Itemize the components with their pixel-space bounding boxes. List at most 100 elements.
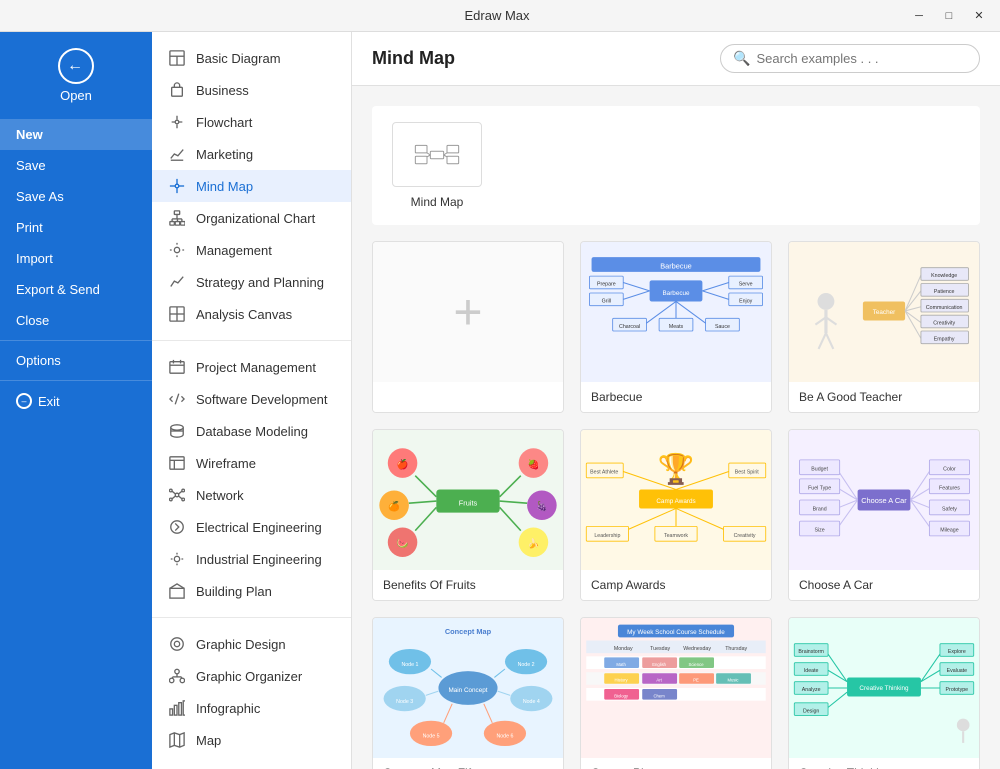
minimize-button[interactable]: ─ (906, 6, 932, 26)
cat-mind-map[interactable]: Mind Map (152, 170, 351, 202)
sidebar-categories: Basic Diagram Business Flowchart Marketi… (152, 32, 352, 769)
sidebar-blue-close[interactable]: Close (0, 305, 152, 336)
creative-thinking-label: Creative Thinking (789, 758, 979, 769)
concept-map-card[interactable]: Concept Map Main Concept Node 1 Node 2 (372, 617, 564, 769)
svg-text:Best Spirit: Best Spirit (735, 470, 760, 476)
svg-text:Design: Design (803, 708, 819, 714)
management-icon (168, 241, 186, 259)
barbecue-card[interactable]: Barbecue Barbecue Prepare Grill (580, 241, 772, 413)
svg-text:Communication: Communication (926, 305, 963, 311)
cat-marketing[interactable]: Marketing (152, 138, 351, 170)
new-template-card[interactable]: + (372, 241, 564, 413)
svg-text:Node 1: Node 1 (401, 662, 418, 668)
top-templates-section: Mind Map (372, 106, 980, 225)
mind-map-blank-card[interactable]: Mind Map (392, 122, 482, 209)
svg-text:Science: Science (689, 662, 705, 667)
svg-text:🏆: 🏆 (658, 452, 695, 486)
svg-text:🍉: 🍉 (397, 538, 409, 549)
flowchart-icon (168, 113, 186, 131)
cat-building[interactable]: Building Plan (152, 575, 351, 607)
course-plan-card[interactable]: My Week School Course Schedule Monday Tu… (580, 617, 772, 769)
svg-text:Prepare: Prepare (597, 282, 616, 288)
svg-text:Monday: Monday (614, 646, 633, 652)
choose-car-thumb: Choose A Car Budget Fuel Type Brand (789, 430, 979, 570)
sidebar-blue-print[interactable]: Print (0, 212, 152, 243)
industrial-icon (168, 550, 186, 568)
svg-text:Chem: Chem (653, 694, 665, 699)
svg-text:Meats: Meats (669, 324, 684, 330)
svg-text:Fruits: Fruits (459, 498, 478, 507)
svg-text:Enjoy: Enjoy (739, 299, 753, 305)
cat-database[interactable]: Database Modeling (152, 415, 351, 447)
camp-awards-label: Camp Awards (581, 570, 771, 600)
svg-text:🍌: 🍌 (528, 537, 540, 549)
camp-awards-card[interactable]: 🏆 Camp Awards Best Athlete Best Spirit (580, 429, 772, 601)
cat-network[interactable]: Network (152, 479, 351, 511)
project-mgmt-icon (168, 358, 186, 376)
cat-strategy[interactable]: Strategy and Planning (152, 266, 351, 298)
svg-text:Main Concept: Main Concept (448, 687, 487, 694)
sidebar-blue-new[interactable]: New (0, 119, 152, 150)
cat-map[interactable]: Map (152, 724, 351, 756)
creative-thinking-card[interactable]: Creative Thinking Brainstorm Ideate Anal… (788, 617, 980, 769)
svg-text:Fuel Type: Fuel Type (808, 485, 831, 491)
cat-graphic-design[interactable]: Graphic Design (152, 628, 351, 660)
svg-text:Barbecue: Barbecue (662, 290, 690, 297)
category-section-2: Project Management Software Development … (152, 341, 351, 618)
cat-wireframe[interactable]: Wireframe (152, 447, 351, 479)
svg-text:Biology: Biology (614, 694, 629, 699)
restore-button[interactable]: □ (936, 6, 962, 26)
svg-text:Ideate: Ideate (804, 668, 819, 674)
cat-org-chart[interactable]: Organizational Chart (152, 202, 351, 234)
svg-text:Analyze: Analyze (802, 687, 821, 693)
cat-business[interactable]: Business (152, 74, 351, 106)
svg-text:Choose A Car: Choose A Car (861, 496, 907, 505)
svg-text:Node 5: Node 5 (423, 734, 440, 740)
close-button[interactable]: ✕ (966, 6, 992, 26)
cat-basic-diagram[interactable]: Basic Diagram (152, 42, 351, 74)
sidebar-blue-save-as[interactable]: Save As (0, 181, 152, 212)
course-plan-label: Course Plan (581, 758, 771, 769)
svg-text:Creativity: Creativity (734, 533, 756, 539)
infographic-icon (168, 699, 186, 717)
svg-text:Node 4: Node 4 (523, 699, 540, 705)
svg-text:Knowledge: Knowledge (931, 273, 957, 279)
search-box[interactable]: 🔍 (720, 44, 980, 73)
cat-project-mgmt[interactable]: Project Management (152, 351, 351, 383)
svg-text:Art: Art (656, 678, 662, 683)
svg-text:Brand: Brand (813, 507, 827, 513)
barbecue-label: Barbecue (581, 382, 771, 412)
choose-car-card[interactable]: Choose A Car Budget Fuel Type Brand (788, 429, 980, 601)
new-template-thumb: + (373, 242, 563, 382)
graphic-design-icon (168, 635, 186, 653)
search-input[interactable] (756, 51, 967, 66)
svg-text:Tuesday: Tuesday (650, 646, 670, 652)
network-icon (168, 486, 186, 504)
good-teacher-label: Be A Good Teacher (789, 382, 979, 412)
svg-text:🍇: 🍇 (536, 501, 548, 513)
graphic-org-icon (168, 667, 186, 685)
fruits-card[interactable]: Fruits 🍎 🍓 🍊 (372, 429, 564, 601)
good-teacher-card[interactable]: Teacher Knowledge Patience Communication (788, 241, 980, 413)
cat-flowchart[interactable]: Flowchart (152, 106, 351, 138)
svg-text:History: History (615, 678, 629, 683)
cat-management[interactable]: Management (152, 234, 351, 266)
concept-map-label: Concept Map Fifteen (373, 758, 563, 769)
svg-text:Creativity: Creativity (933, 321, 955, 327)
svg-text:My Week School Course Schedule: My Week School Course Schedule (627, 629, 725, 636)
sidebar-blue-export[interactable]: Export & Send (0, 274, 152, 305)
cat-electrical[interactable]: Electrical Engineering (152, 511, 351, 543)
cat-infographic[interactable]: Infographic (152, 692, 351, 724)
cat-analysis[interactable]: Analysis Canvas (152, 298, 351, 330)
choose-car-label: Choose A Car (789, 570, 979, 600)
back-button[interactable]: ← Open (0, 32, 152, 119)
cat-industrial[interactable]: Industrial Engineering (152, 543, 351, 575)
cat-graphic-org[interactable]: Graphic Organizer (152, 660, 351, 692)
sidebar-blue-save[interactable]: Save (0, 150, 152, 181)
sidebar-blue-options[interactable]: Options (0, 345, 152, 376)
exit-icon: – (16, 393, 32, 409)
sidebar-blue-exit[interactable]: – Exit (0, 385, 152, 417)
cat-software-dev[interactable]: Software Development (152, 383, 351, 415)
svg-text:Teacher: Teacher (873, 309, 896, 316)
sidebar-blue-import[interactable]: Import (0, 243, 152, 274)
